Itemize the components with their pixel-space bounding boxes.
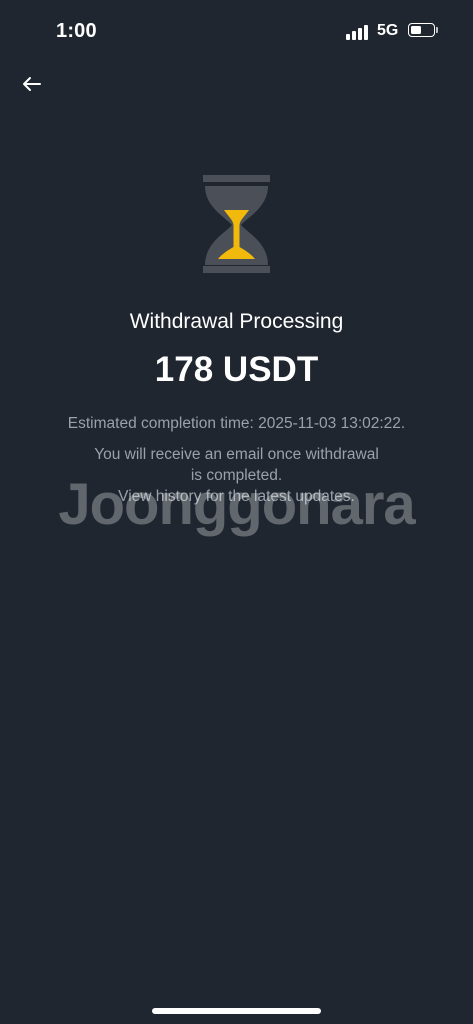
info-message: You will receive an email once withdrawa…: [60, 444, 413, 507]
battery-level: [411, 26, 421, 34]
hourglass-icon: [203, 175, 270, 273]
battery-cap: [436, 27, 438, 33]
status-bar: 1:00 5G: [0, 0, 473, 64]
page-title: Withdrawal Processing: [129, 310, 344, 333]
battery-icon: [408, 23, 435, 37]
arrow-left-icon: [23, 77, 41, 91]
cellular-signal-icon: [346, 25, 370, 40]
home-indicator[interactable]: [152, 1008, 321, 1014]
network-type: 5G: [377, 22, 399, 39]
back-button[interactable]: [18, 70, 46, 98]
estimated-completion-time: Estimated completion time: 2025-11-03 13…: [67, 415, 406, 432]
withdrawal-amount: 178 USDT: [154, 350, 319, 389]
info-message-line: You will receive an email once withdrawa…: [94, 446, 379, 463]
status-time: 1:00: [56, 20, 97, 42]
info-message-line: is completed.: [190, 467, 283, 484]
info-message-line: View history for the latest updates.: [118, 488, 355, 505]
